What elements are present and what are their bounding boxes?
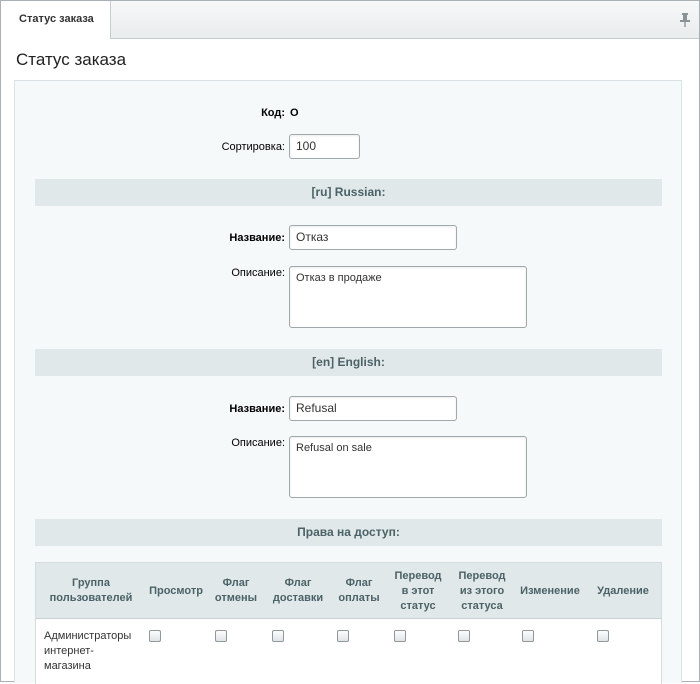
move-to-status-checkbox[interactable] — [394, 630, 406, 642]
col-delete: Удаление — [597, 584, 649, 597]
tab-bar: Статус заказа — [1, 1, 699, 39]
sort-input[interactable]: 100 — [289, 134, 360, 159]
move-from-status-checkbox[interactable] — [458, 630, 470, 642]
section-header-ru: [ru] Russian: — [35, 179, 662, 206]
ru-desc-label: Описание: — [231, 267, 285, 279]
col-edit: Изменение — [520, 584, 580, 597]
code-value: O — [290, 107, 299, 119]
cancel-flag-checkbox[interactable] — [215, 630, 227, 642]
en-desc-label: Описание: — [231, 437, 285, 449]
col-cancel-flag: Флаг отмены — [214, 577, 258, 604]
col-delivery-flag: Флаг доставки — [272, 577, 324, 604]
access-table: Группа пользователей Просмотр Флаг отмен… — [35, 562, 662, 684]
en-name-input[interactable]: Refusal — [289, 396, 457, 421]
col-view: Просмотр — [149, 584, 203, 597]
col-payment-flag: Флаг оплаты — [338, 577, 380, 604]
page-title: Статус заказа — [16, 50, 127, 69]
ru-name-label: Название: — [229, 232, 285, 244]
edit-checkbox[interactable] — [522, 630, 534, 642]
section-header-en: [en] English: — [35, 349, 662, 376]
window-frame: Статус заказа Статус заказа Код: O Сорти… — [0, 0, 700, 684]
col-user-group: Группа пользователей — [49, 577, 133, 604]
en-name-label: Название: — [229, 403, 285, 415]
access-table-header: Группа пользователей Просмотр Флаг отмен… — [36, 563, 661, 619]
delete-checkbox[interactable] — [597, 630, 609, 642]
delivery-flag-checkbox[interactable] — [272, 630, 284, 642]
ru-name-input[interactable]: Отказ — [289, 225, 457, 250]
pin-icon[interactable] — [679, 13, 691, 27]
sort-label: Сортировка: — [221, 141, 285, 153]
section-header-access: Права на доступ: — [35, 519, 662, 546]
tab-order-status[interactable]: Статус заказа — [1, 1, 111, 39]
code-label: Код: — [261, 107, 285, 119]
col-move-from-status: Перевод из этого статуса — [458, 569, 506, 612]
view-checkbox[interactable] — [149, 630, 161, 642]
col-move-to-status: Перевод в этот статус — [394, 569, 442, 612]
edit-form-panel: Код: O Сортировка: 100 [ru] Russian: Наз… — [14, 80, 682, 684]
payment-flag-checkbox[interactable] — [337, 630, 349, 642]
ru-desc-textarea[interactable]: Отказ в продаже — [289, 266, 527, 328]
user-group-name: Администраторы интернет-магазина — [44, 630, 132, 672]
en-desc-textarea[interactable]: Refusal on sale — [289, 436, 527, 498]
